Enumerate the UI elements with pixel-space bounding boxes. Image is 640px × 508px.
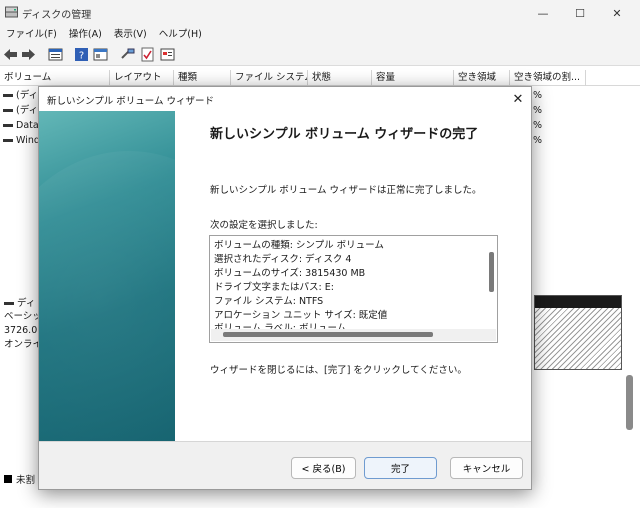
column-layout[interactable]: レイアウト	[110, 70, 174, 86]
menu-bar: ファイル(F) 操作(A) 表示(V) ヘルプ(H)	[0, 26, 640, 44]
wizard-banner	[39, 111, 175, 441]
unallocated-swatch	[4, 475, 12, 483]
column-type[interactable]: 種類	[174, 70, 231, 86]
selected-settings-label: 次の設定を選択しました:	[210, 220, 318, 231]
column-free-percent[interactable]: 空き領域の割...	[510, 70, 586, 86]
cancel-button[interactable]: キャンセル	[450, 457, 523, 479]
column-volume[interactable]: ボリューム	[0, 70, 110, 86]
disk-status: オンライ	[4, 339, 43, 350]
column-free-space[interactable]: 空き領域	[454, 70, 510, 86]
connect-icon[interactable]	[120, 47, 135, 62]
volume-row[interactable]: Wind	[0, 134, 40, 148]
volume-row[interactable]: (ディ	[0, 104, 38, 118]
volume-name: Data	[16, 120, 39, 131]
volume-name: (ディ	[16, 105, 39, 116]
close-button[interactable]: ✕	[594, 0, 640, 26]
new-simple-volume-wizard: 新しいシンプル ボリューム ウィザード ✕ 新しいシンプル ボリューム ウィザー…	[38, 86, 532, 490]
close-instruction: ウィザードを閉じるには、[完了] をクリックしてください。	[210, 365, 467, 376]
button-separator	[39, 441, 531, 442]
volume-list-header: ボリューム レイアウト 種類 ファイル システム 状態 容量 空き領域 空き領域…	[0, 70, 640, 86]
disk-label[interactable]: ディ	[4, 297, 35, 310]
volume-name: (ディ	[16, 90, 39, 101]
wizard-close-button[interactable]: ✕	[509, 90, 527, 108]
volume-name: Wind	[16, 135, 40, 146]
column-capacity[interactable]: 容量	[372, 70, 454, 86]
finish-button[interactable]: 完了	[364, 457, 437, 479]
menu-action[interactable]: 操作(A)	[63, 26, 108, 44]
title-bar: ディスクの管理 — ☐ ✕	[0, 0, 640, 26]
setting-line: 選択されたディスク: ディスク 4	[214, 254, 352, 265]
setting-line: ファイル システム: NTFS	[214, 296, 324, 307]
volume-row[interactable]: (ディ	[0, 89, 38, 103]
wizard-title: 新しいシンプル ボリューム ウィザード	[47, 96, 214, 107]
disk-size: 3726.0	[4, 325, 38, 336]
settings-vertical-scrollbar[interactable]	[486, 237, 496, 329]
svg-text:?: ?	[79, 51, 84, 62]
forward-arrow-icon[interactable]	[21, 47, 36, 62]
back-arrow-icon[interactable]	[3, 47, 18, 62]
console-icon[interactable]	[93, 47, 108, 62]
legend-label: 未割	[16, 475, 36, 486]
unallocated-partition[interactable]	[534, 295, 622, 370]
menu-view[interactable]: 表示(V)	[108, 26, 153, 44]
volume-free-percent: %	[533, 120, 543, 131]
volume-row[interactable]: Data	[0, 119, 39, 133]
window-title: ディスクの管理	[22, 10, 92, 21]
column-status[interactable]: 状態	[308, 70, 372, 86]
menu-file[interactable]: ファイル(F)	[0, 26, 63, 44]
wizard-title-bar: 新しいシンプル ボリューム ウィザード ✕	[39, 87, 531, 111]
volume-free-percent: %	[533, 90, 543, 101]
volume-free-percent: %	[533, 135, 543, 146]
completed-message: 新しいシンプル ボリューム ウィザードは正常に完了しました。	[210, 185, 482, 196]
disk-type: ベーシッ	[4, 311, 42, 322]
wizard-content: 新しいシンプル ボリューム ウィザードの完了 新しいシンプル ボリューム ウィザ…	[175, 111, 531, 441]
volume-free-percent: %	[533, 105, 543, 116]
wizard-heading: 新しいシンプル ボリューム ウィザードの完了	[210, 127, 479, 142]
column-file-system[interactable]: ファイル システム	[231, 70, 308, 86]
settings-horizontal-scrollbar[interactable]	[211, 329, 486, 341]
setting-line: ドライブ文字またはパス: E:	[214, 282, 334, 293]
toolbar: ?	[0, 44, 640, 66]
properties-icon[interactable]	[48, 47, 63, 62]
setting-line: ボリュームの種類: シンプル ボリューム	[214, 240, 384, 251]
setting-line: アロケーション ユニット サイズ: 既定値	[214, 310, 388, 321]
disk-management-icon	[5, 6, 18, 18]
check-icon[interactable]	[140, 47, 155, 62]
setting-line: ボリュームのサイズ: 3815430 MB	[214, 268, 366, 279]
menu-help[interactable]: ヘルプ(H)	[153, 26, 208, 44]
disk-name: ディ	[17, 298, 36, 309]
legend: 未割	[4, 472, 35, 486]
lower-pane-scrollbar[interactable]	[626, 375, 633, 430]
help-icon[interactable]: ?	[74, 47, 89, 62]
panel-icon[interactable]	[160, 47, 175, 62]
settings-summary-box[interactable]: ボリュームの種類: シンプル ボリューム 選択されたディスク: ディスク 4 ボ…	[209, 235, 498, 343]
back-button[interactable]: < 戻る(B)	[291, 457, 356, 479]
